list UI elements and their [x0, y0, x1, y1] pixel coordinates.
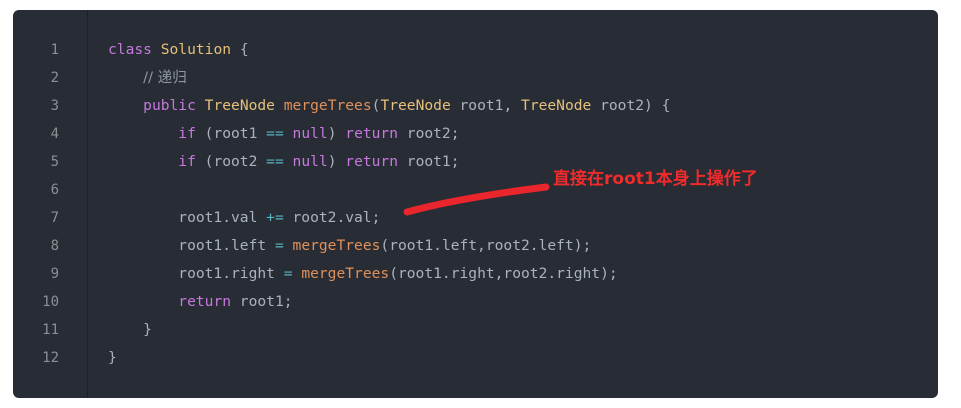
annotation-label: 直接在root1本身上操作了	[553, 169, 758, 189]
annotation-underline-stroke	[403, 183, 550, 216]
